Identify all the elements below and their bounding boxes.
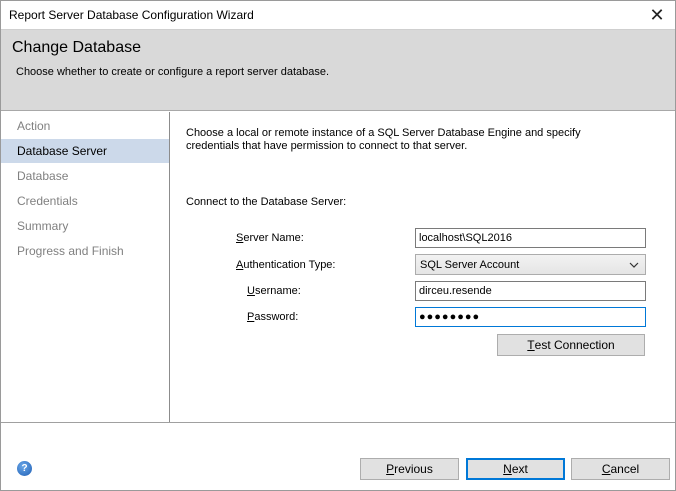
nav-item-credentials[interactable]: Credentials bbox=[1, 189, 169, 213]
server-name-label: Server Name: bbox=[236, 232, 304, 244]
previous-button[interactable]: Previous bbox=[360, 458, 459, 480]
wizard-steps-nav: Action Database Server Database Credenti… bbox=[1, 112, 170, 422]
server-name-input[interactable]: localhost\SQL2016 bbox=[415, 228, 646, 248]
username-input[interactable]: dirceu.resende bbox=[415, 281, 646, 301]
password-label: Password: bbox=[247, 311, 299, 323]
authentication-type-select[interactable]: SQL Server Account bbox=[415, 254, 646, 275]
page-subtitle: Choose whether to create or configure a … bbox=[16, 66, 330, 78]
nav-item-progress-and-finish[interactable]: Progress and Finish bbox=[1, 239, 169, 263]
test-connection-button[interactable]: Test Connection bbox=[497, 334, 645, 356]
step-description-line-2: credentials that have permission to conn… bbox=[186, 140, 468, 152]
nav-item-summary[interactable]: Summary bbox=[1, 214, 169, 238]
wizard-window: Report Server Database Configuration Wiz… bbox=[0, 0, 676, 491]
username-label: Username: bbox=[247, 285, 301, 297]
step-description: Choose a local or remote instance of a S… bbox=[186, 127, 606, 153]
password-input[interactable]: ●●●●●●●● bbox=[415, 307, 646, 327]
authentication-type-value: SQL Server Account bbox=[420, 259, 520, 271]
chevron-down-icon bbox=[629, 262, 639, 268]
nav-item-action[interactable]: Action bbox=[1, 114, 169, 138]
page-title: Change Database bbox=[12, 39, 141, 56]
cancel-button[interactable]: Cancel bbox=[571, 458, 670, 480]
page-header: Change Database Choose whether to create… bbox=[1, 29, 675, 111]
next-button[interactable]: Next bbox=[466, 458, 565, 480]
nav-item-database-server[interactable]: Database Server bbox=[1, 139, 169, 163]
window-title: Report Server Database Configuration Wiz… bbox=[9, 8, 254, 22]
step-description-line-1: Choose a local or remote instance of a S… bbox=[186, 127, 581, 139]
nav-item-database[interactable]: Database bbox=[1, 164, 169, 188]
section-label: Connect to the Database Server: bbox=[186, 196, 347, 208]
help-icon[interactable]: ? bbox=[17, 461, 32, 476]
main-content: Choose a local or remote instance of a S… bbox=[171, 112, 675, 422]
title-bar: Report Server Database Configuration Wiz… bbox=[1, 1, 675, 29]
close-icon[interactable]: ✕ bbox=[641, 1, 673, 29]
footer-bar: ? Previous Next Cancel bbox=[1, 422, 675, 490]
authentication-type-label: Authentication Type: bbox=[236, 259, 336, 271]
